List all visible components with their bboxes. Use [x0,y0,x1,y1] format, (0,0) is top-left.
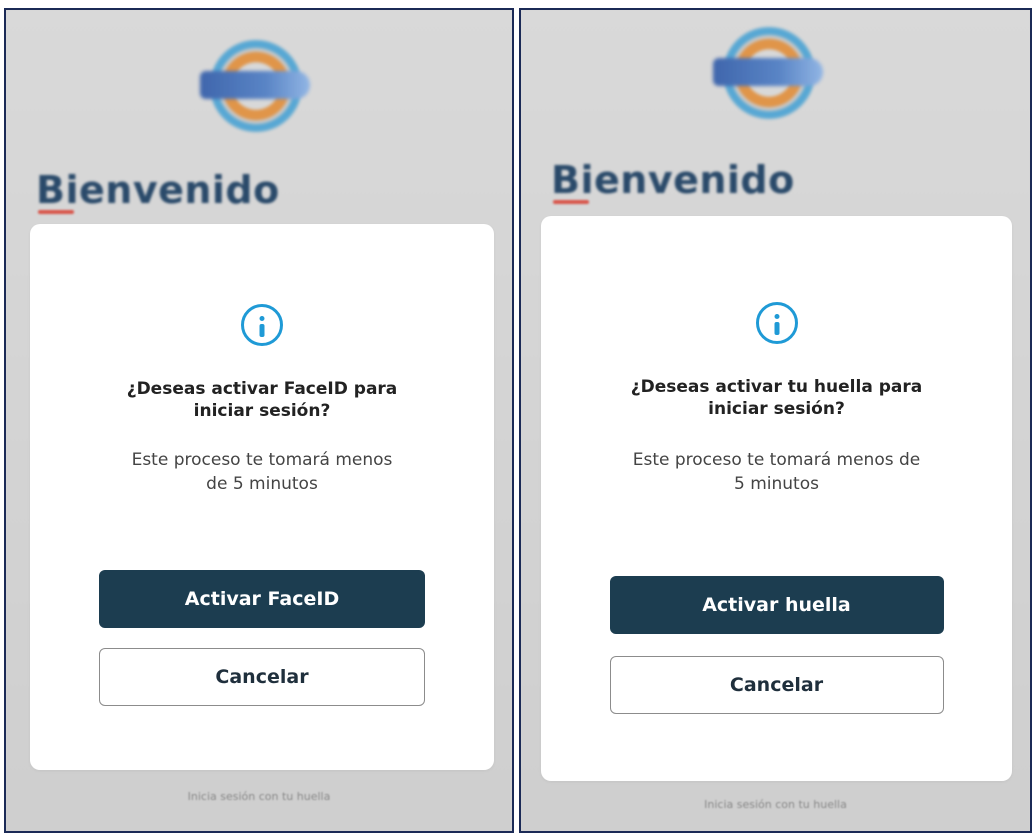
modal-subtitle: Este proceso te tomará menos de 5 minuto… [632,450,921,494]
activate-fingerprint-button[interactable]: Activar huella [609,576,944,634]
activation-modal: ¿Deseas activar FaceID para iniciar sesi… [30,224,494,770]
info-icon-bar [774,322,779,335]
logo-wing [713,58,823,86]
comparison-stage: Bienvenido ¿Deseas activar FaceID para i… [0,0,1036,833]
screen-fingerprint: Bienvenido ¿Deseas activar tu huella par… [519,8,1032,833]
info-icon-dot [259,316,265,321]
welcome-underline [38,210,74,214]
activate-faceid-button[interactable]: Activar FaceID [99,570,425,628]
modal-question: ¿Deseas activar tu huella para iniciar s… [630,377,923,419]
welcome-title: Bienvenido [551,158,795,202]
fingerprint-login-link[interactable]: Inicia sesión con tu huella [521,798,1030,811]
info-icon-bar [259,324,265,337]
activation-modal: ¿Deseas activar tu huella para iniciar s… [541,216,1012,781]
info-icon [755,302,798,344]
cancel-button[interactable]: Cancelar [99,648,425,706]
modal-question: ¿Deseas activar FaceID para iniciar sesi… [126,379,398,421]
welcome-title: Bienvenido [36,168,280,212]
logo-wing [200,71,310,99]
screen-faceid: Bienvenido ¿Deseas activar FaceID para i… [4,8,514,833]
brand-logo [713,27,823,119]
fingerprint-login-link[interactable]: Inicia sesión con tu huella [6,790,512,803]
modal-subtitle: Este proceso te tomará menos de 5 minuto… [131,450,393,494]
brand-logo [200,40,310,132]
cancel-button[interactable]: Cancelar [609,656,944,714]
welcome-underline [553,200,589,204]
info-icon [241,304,283,346]
info-icon-dot [774,314,779,319]
